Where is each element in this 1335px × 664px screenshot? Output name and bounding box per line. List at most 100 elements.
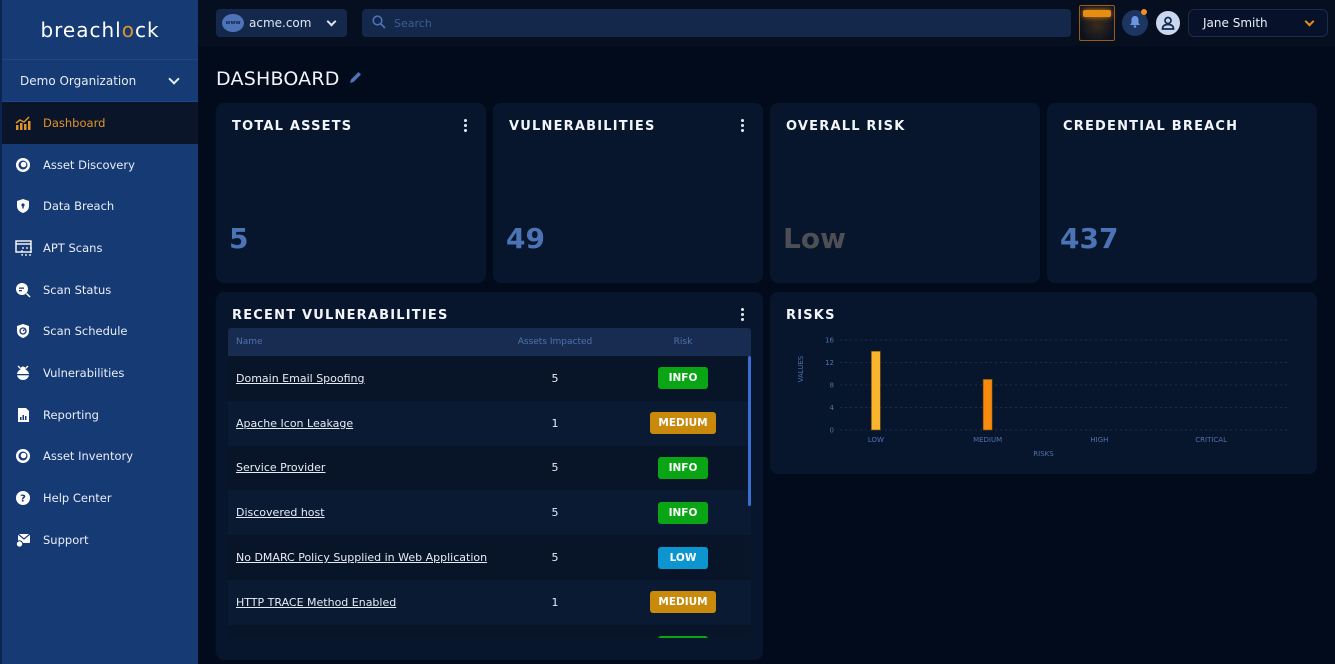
card-title: TOTAL ASSETS xyxy=(232,119,353,134)
sidebar-nav: Dashboard Asset Discovery Data Breach AP… xyxy=(2,102,198,561)
sidebar-item-help-center[interactable]: ? Help Center xyxy=(2,477,198,519)
logo-fingerprint-o: o xyxy=(121,17,135,42)
vulnerability-name-cell: HTTP TRACE Method Enabled xyxy=(228,596,495,609)
column-header-assets-impacted[interactable]: Assets Impacted xyxy=(495,337,615,347)
sidebar-item-label: Reporting xyxy=(43,407,99,422)
table-row[interactable]: No DMARC Policy Supplied in Web Applicat… xyxy=(228,535,751,580)
vulnerability-link[interactable]: Domain Email Spoofing xyxy=(236,372,365,385)
chevron-down-icon xyxy=(1304,16,1315,26)
sidebar-item-scan-schedule[interactable]: Scan Schedule xyxy=(2,310,198,352)
sidebar-item-apt-scans[interactable]: APT Scans xyxy=(2,227,198,269)
risks-bar-chart: 0 4 8 12 16 LOW MEDIUM HIGH CRITICAL RISKS VALUES xyxy=(797,337,1287,458)
notification-dot xyxy=(1141,9,1147,15)
vulnerability-name-cell: Service Provider xyxy=(228,461,495,474)
assets-impacted-cell: 1 xyxy=(551,416,559,430)
search-icon xyxy=(372,14,386,33)
more-options-icon[interactable] xyxy=(464,119,468,132)
table-row[interactable]: Domain Email Spoofing 5 INFO xyxy=(228,356,751,401)
user-avatar-icon[interactable] xyxy=(1156,11,1180,35)
vulnerability-link[interactable]: No DMARC Policy Supplied in Web Applicat… xyxy=(236,551,487,564)
report-icon xyxy=(14,406,32,424)
assets-impacted-cell: 5 xyxy=(551,506,559,520)
sidebar-item-asset-discovery[interactable]: Asset Discovery xyxy=(2,144,198,186)
risk-badge: INFO xyxy=(658,456,708,479)
app-root: breachl o ck Demo Organization Dashboard A… xyxy=(0,0,1335,664)
user-menu[interactable]: Jane Smith xyxy=(1188,9,1328,37)
y-axis-label: VALUES xyxy=(797,355,805,382)
sidebar-item-label: Scan Schedule xyxy=(43,324,128,339)
vulnerabilities-table: Name Assets Impacted Risk Domain Email S… xyxy=(228,328,751,638)
risk-badge: LOW xyxy=(658,546,708,569)
page-title: DASHBOARD xyxy=(216,68,363,90)
sidebar-item-reporting[interactable]: Reporting xyxy=(2,394,198,436)
vulnerability-link[interactable]: Discovered host xyxy=(236,506,325,519)
edit-pencil-icon[interactable] xyxy=(348,70,363,89)
sidebar-item-label: Vulnerabilities xyxy=(43,365,125,380)
x-axis-label: RISKS xyxy=(1033,450,1054,458)
risk-cell: LOW xyxy=(615,546,751,569)
bell-icon xyxy=(1129,15,1141,32)
risk-badge: MEDIUM xyxy=(650,412,716,435)
sidebar-item-scan-status[interactable]: Scan Status xyxy=(2,269,198,311)
shield-clock-icon xyxy=(14,322,32,340)
risk-cell: INFO xyxy=(615,456,751,479)
search-status-icon xyxy=(14,281,32,299)
assets-impacted-cell: 1 xyxy=(551,595,559,609)
sidebar-item-label: Asset Discovery xyxy=(43,157,135,172)
table-row[interactable]: HTTP TRACE Method Enabled 1 MEDIUM xyxy=(228,579,751,625)
vulnerability-link[interactable]: Service Provider xyxy=(236,461,325,474)
risk-cell: INFO xyxy=(615,636,751,638)
sidebar-item-label: Support xyxy=(43,532,89,547)
sidebar-item-support[interactable]: Support xyxy=(2,519,198,561)
vulnerability-link[interactable]: HTTP TRACE Method Enabled xyxy=(236,596,396,609)
more-options-icon[interactable] xyxy=(741,308,745,321)
risk-badge: INFO xyxy=(658,636,708,638)
table-row[interactable]: INFO xyxy=(228,624,751,638)
chevron-down-icon xyxy=(168,72,180,85)
bar-medium xyxy=(982,379,993,431)
assets-impacted-cell: 5 xyxy=(551,551,559,565)
target-icon xyxy=(14,156,32,174)
total-assets-card: TOTAL ASSETS 5 xyxy=(216,103,486,283)
y-tick-label: 8 xyxy=(830,382,834,390)
recent-vulnerabilities-card: RECENT VULNERABILITIES Name Assets Impac… xyxy=(216,292,763,660)
brand-logo[interactable]: breachl o ck xyxy=(2,0,198,60)
column-header-risk[interactable]: Risk xyxy=(615,337,751,347)
notifications-button[interactable] xyxy=(1122,9,1148,36)
risk-badge: MEDIUM xyxy=(650,591,716,614)
chart-growth-icon xyxy=(14,114,32,132)
sidebar-item-label: Dashboard xyxy=(43,115,106,130)
vulnerabilities-value: 49 xyxy=(506,222,545,255)
overall-risk-value: Low xyxy=(783,222,846,255)
more-options-icon[interactable] xyxy=(741,119,745,132)
x-tick-label: MEDIUM xyxy=(973,436,1002,444)
search-input[interactable] xyxy=(394,16,1061,30)
question-icon: ? xyxy=(14,489,32,507)
sidebar-item-label: Scan Status xyxy=(43,282,112,297)
svg-text:?: ? xyxy=(20,494,26,505)
table-row[interactable]: Service Provider 5 INFO xyxy=(228,445,751,491)
scan-glow xyxy=(1083,10,1111,17)
vulnerability-link[interactable]: Apache Icon Leakage xyxy=(236,417,353,430)
sidebar: breachl o ck Demo Organization Dashboard A… xyxy=(0,0,198,664)
sidebar-item-dashboard[interactable]: Dashboard xyxy=(2,102,198,144)
vulnerability-name-cell: No DMARC Policy Supplied in Web Applicat… xyxy=(228,551,495,564)
sidebar-item-asset-inventory[interactable]: Asset Inventory xyxy=(2,436,198,478)
risk-badge: INFO xyxy=(658,367,708,390)
bug-icon xyxy=(14,364,32,382)
table-scrollbar[interactable] xyxy=(748,356,751,506)
risk-badge: INFO xyxy=(658,501,708,524)
y-tick-label: 4 xyxy=(830,404,835,412)
risk-cell: INFO xyxy=(615,367,751,390)
table-row[interactable]: Discovered host 5 INFO xyxy=(228,490,751,536)
sidebar-item-label: Asset Inventory xyxy=(43,449,134,464)
table-body: Domain Email Spoofing 5 INFO Apache Icon Le… xyxy=(228,356,751,638)
sidebar-item-data-breach[interactable]: Data Breach xyxy=(2,185,198,227)
column-header-name[interactable]: Name xyxy=(228,337,495,347)
sidebar-item-vulnerabilities[interactable]: Vulnerabilities xyxy=(2,352,198,394)
fingerprint-scan-icon[interactable] xyxy=(1079,5,1115,41)
organization-selector[interactable]: Demo Organization xyxy=(2,60,198,102)
table-row[interactable]: Apache Icon Leakage 1 MEDIUM xyxy=(228,400,751,446)
y-tick-label: 12 xyxy=(825,359,834,367)
domain-selector[interactable]: www acme.com xyxy=(216,9,347,37)
